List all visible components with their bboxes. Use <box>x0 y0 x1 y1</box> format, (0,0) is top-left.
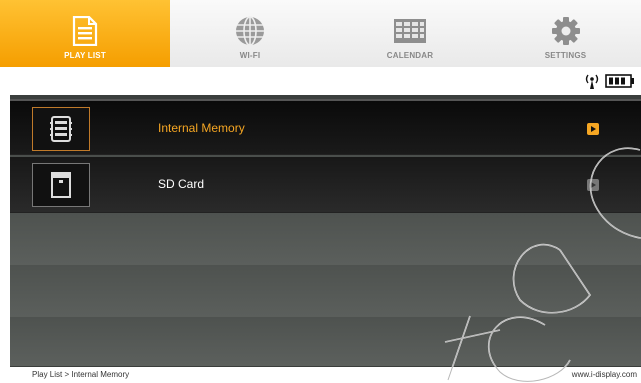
tab-settings-label: SETTINGS <box>544 51 587 60</box>
list-item-empty <box>10 317 641 367</box>
tab-playlist-label: PLAY LIST <box>64 51 106 60</box>
list-item-label: SD Card <box>158 177 205 191</box>
list-item-empty <box>10 213 641 269</box>
list-item-sd-card[interactable]: SD Card <box>10 157 641 213</box>
sd-card-icon <box>32 163 90 207</box>
status-bar <box>0 67 641 95</box>
list-item-empty <box>10 265 641 321</box>
list-item-internal-memory[interactable]: Internal Memory <box>10 99 641 155</box>
memory-icon <box>32 107 90 151</box>
calendar-icon <box>390 13 430 49</box>
playlist-icon <box>65 13 105 49</box>
gear-icon <box>546 13 586 49</box>
tab-wifi[interactable]: WI-FI <box>170 0 330 67</box>
top-tab-bar: PLAY LIST WI-FI CALENDAR SETTINGS <box>0 0 641 68</box>
tab-calendar-label: CALENDAR <box>386 51 434 60</box>
footer-bar: Play List > Internal Memory www.i-displa… <box>0 367 641 383</box>
list-item-label: Internal Memory <box>158 121 245 135</box>
play-arrow-icon[interactable] <box>587 179 599 191</box>
breadcrumb: Play List > Internal Memory <box>32 370 130 379</box>
website-url: www.i-display.com <box>571 370 637 379</box>
globe-icon <box>230 13 270 49</box>
tab-wifi-label: WI-FI <box>239 51 261 60</box>
tab-settings[interactable]: SETTINGS <box>490 0 641 67</box>
play-arrow-icon[interactable] <box>587 123 599 135</box>
storage-list: Internal Memory SD Card <box>10 95 641 367</box>
tab-playlist[interactable]: PLAY LIST <box>0 0 170 67</box>
tab-calendar[interactable]: CALENDAR <box>330 0 490 67</box>
signal-icon <box>585 72 599 90</box>
battery-icon <box>605 74 635 88</box>
